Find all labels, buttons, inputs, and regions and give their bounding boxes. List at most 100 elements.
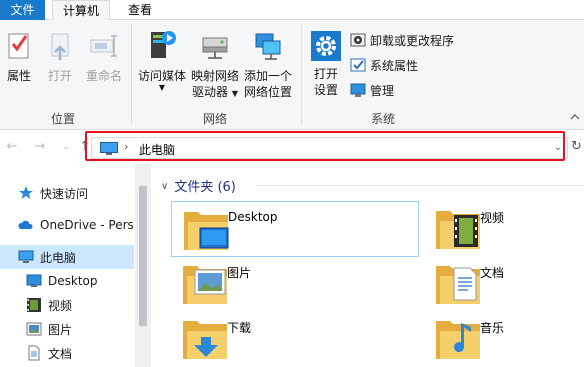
add-network-location-button[interactable]: 添加一个 网络位置	[242, 26, 294, 100]
folder-tile-documents[interactable]: 文档	[424, 256, 574, 312]
access-media-dropdown-icon[interactable]: ▼	[136, 84, 188, 92]
uninstall-programs-button[interactable]: 卸载或更改程序	[350, 30, 454, 50]
system-properties-button[interactable]: 系统属性	[350, 55, 418, 75]
folder-tile-desktop[interactable]: Desktop	[171, 201, 419, 257]
group-label-network: 网络	[202, 112, 227, 126]
nav-label: Desktop	[48, 274, 98, 288]
address-dropdown-icon[interactable]: ⌄	[554, 142, 562, 153]
map-drive-label-text: 驱动器	[192, 85, 229, 99]
open-label: 打开	[47, 69, 72, 83]
open-settings-button[interactable]: 打开 设置	[308, 30, 344, 98]
documents-icon	[28, 345, 40, 361]
system-properties-label: 系统属性	[370, 58, 419, 73]
forward-arrow-icon[interactable]: →	[32, 139, 48, 155]
open-button[interactable]: 打开	[42, 30, 78, 84]
access-media-button[interactable]: 访问媒体 ▼	[136, 26, 188, 92]
star-icon	[19, 186, 33, 199]
properties-label: 属性	[6, 69, 31, 83]
computer-management-icon	[350, 83, 366, 97]
video-icon	[27, 298, 41, 312]
system-properties-icon	[350, 58, 366, 72]
pictures-icon	[26, 322, 42, 336]
collapse-ribbon-icon[interactable]	[570, 112, 580, 122]
breadcrumb-this-pc[interactable]: 此电脑	[139, 141, 175, 158]
downloads-folder-icon	[183, 321, 227, 359]
manage-button[interactable]: 管理	[350, 80, 394, 100]
folder-tile-videos[interactable]: 视频	[424, 201, 574, 257]
uninstall-label: 卸载或更改程序	[370, 33, 455, 48]
map-network-drive-button[interactable]: 映射网络 驱动器 ▼	[190, 26, 240, 102]
tab-computer[interactable]: 计算机	[52, 0, 110, 21]
folder-tile-music[interactable]: 音乐	[424, 311, 574, 367]
videos-folder-icon	[436, 211, 480, 249]
tab-view[interactable]: 查看	[116, 0, 164, 20]
folder-name: 下载	[227, 321, 252, 335]
network-location-icon	[255, 33, 281, 60]
add-location-label-line2: 网络位置	[243, 85, 292, 99]
open-settings-label-line2: 设置	[313, 83, 338, 97]
nav-item-documents[interactable]: 文档	[26, 341, 134, 365]
nav-label: 视频	[48, 298, 73, 313]
group-separator	[301, 24, 302, 124]
uninstall-icon	[350, 33, 366, 47]
properties-icon	[8, 33, 29, 59]
address-bar[interactable]: › 此电脑 ⌄	[91, 137, 568, 159]
group-label-location: 位置	[50, 112, 75, 126]
add-location-label-line1: 添加一个	[243, 69, 292, 83]
properties-button[interactable]: 属性	[2, 30, 36, 84]
folder-tile-pictures[interactable]: 图片	[171, 256, 419, 312]
nav-item-videos[interactable]: 视频	[26, 293, 134, 317]
scrollbar-thumb[interactable]	[139, 186, 147, 326]
map-drive-label-line2: 驱动器 ▼	[190, 84, 240, 102]
tab-file[interactable]: 文件	[0, 0, 45, 20]
nav-item-quick-access[interactable]: 快速访问	[18, 181, 134, 205]
nav-pane-scrollbar[interactable]	[135, 164, 151, 367]
nav-item-onedrive[interactable]: OneDrive - Perso	[18, 213, 134, 237]
pictures-folder-icon	[183, 266, 227, 304]
network-drive-icon	[202, 37, 228, 59]
music-folder-icon	[436, 321, 480, 359]
recent-locations-icon[interactable]: ⌄	[58, 139, 74, 155]
cloud-icon	[18, 220, 33, 229]
chevron-down-icon[interactable]: ∨	[161, 181, 168, 192]
nav-item-this-pc[interactable]: 此电脑	[0, 245, 134, 269]
nav-label: 快速访问	[40, 186, 89, 201]
open-icon	[51, 33, 69, 60]
rename-icon	[90, 35, 117, 57]
refresh-icon[interactable]: ↻	[571, 139, 582, 154]
folders-section-header[interactable]: ∨ 文件夹 (6)	[161, 176, 236, 195]
map-drive-label-line1: 映射网络	[190, 69, 239, 83]
content-pane: ∨ 文件夹 (6) Desktop 视频 图片 文档 下载 音乐	[151, 164, 584, 367]
folder-name: 图片	[227, 266, 252, 280]
folder-name: 文档	[480, 266, 505, 280]
folder-name: 视频	[480, 211, 505, 225]
media-server-icon	[151, 31, 176, 58]
section-divider	[257, 185, 584, 186]
breadcrumb-separator-icon[interactable]: ›	[124, 140, 128, 153]
nav-label: OneDrive - Perso	[40, 218, 134, 232]
desktop-icon	[26, 274, 42, 287]
nav-item-pictures[interactable]: 图片	[26, 317, 134, 341]
desktop-folder-icon	[184, 212, 229, 250]
this-pc-icon	[100, 142, 118, 155]
documents-folder-icon	[436, 266, 480, 304]
nav-label: 图片	[48, 322, 73, 337]
gear-icon	[311, 31, 341, 61]
rename-label: 重命名	[85, 69, 122, 83]
navigation-pane: 快速访问 OneDrive - Perso 此电脑 Desktop 视频 图片 …	[0, 164, 151, 367]
ribbon-tab-strip: 文件 计算机 查看	[0, 0, 584, 21]
back-arrow-icon[interactable]: ←	[4, 139, 20, 155]
folder-tile-downloads[interactable]: 下载	[171, 311, 419, 367]
ribbon: 属性 打开 重命名 位置 访问媒体 ▼ 映射网络 驱动器 ▼ 添加一个 网络位置…	[0, 20, 584, 130]
rename-button[interactable]: 重命名	[83, 30, 125, 84]
nav-label: 此电脑	[40, 250, 77, 265]
group-separator	[131, 24, 132, 124]
nav-item-desktop[interactable]: Desktop	[26, 269, 134, 293]
folder-name: 音乐	[480, 321, 505, 335]
navigation-bar: ← → ⌄ ↑ › 此电脑 ⌄ ↻	[0, 130, 584, 164]
map-drive-dropdown-icon[interactable]: ▼	[232, 89, 238, 98]
file-explorer-window: 文件 计算机 查看 属性 打开 重命名 位置 访问媒体 ▼ 映射网络 驱动器 ▼…	[0, 0, 584, 367]
manage-label: 管理	[370, 83, 395, 98]
group-label-system: 系统	[370, 112, 395, 126]
open-settings-label-line1: 打开	[313, 67, 338, 81]
